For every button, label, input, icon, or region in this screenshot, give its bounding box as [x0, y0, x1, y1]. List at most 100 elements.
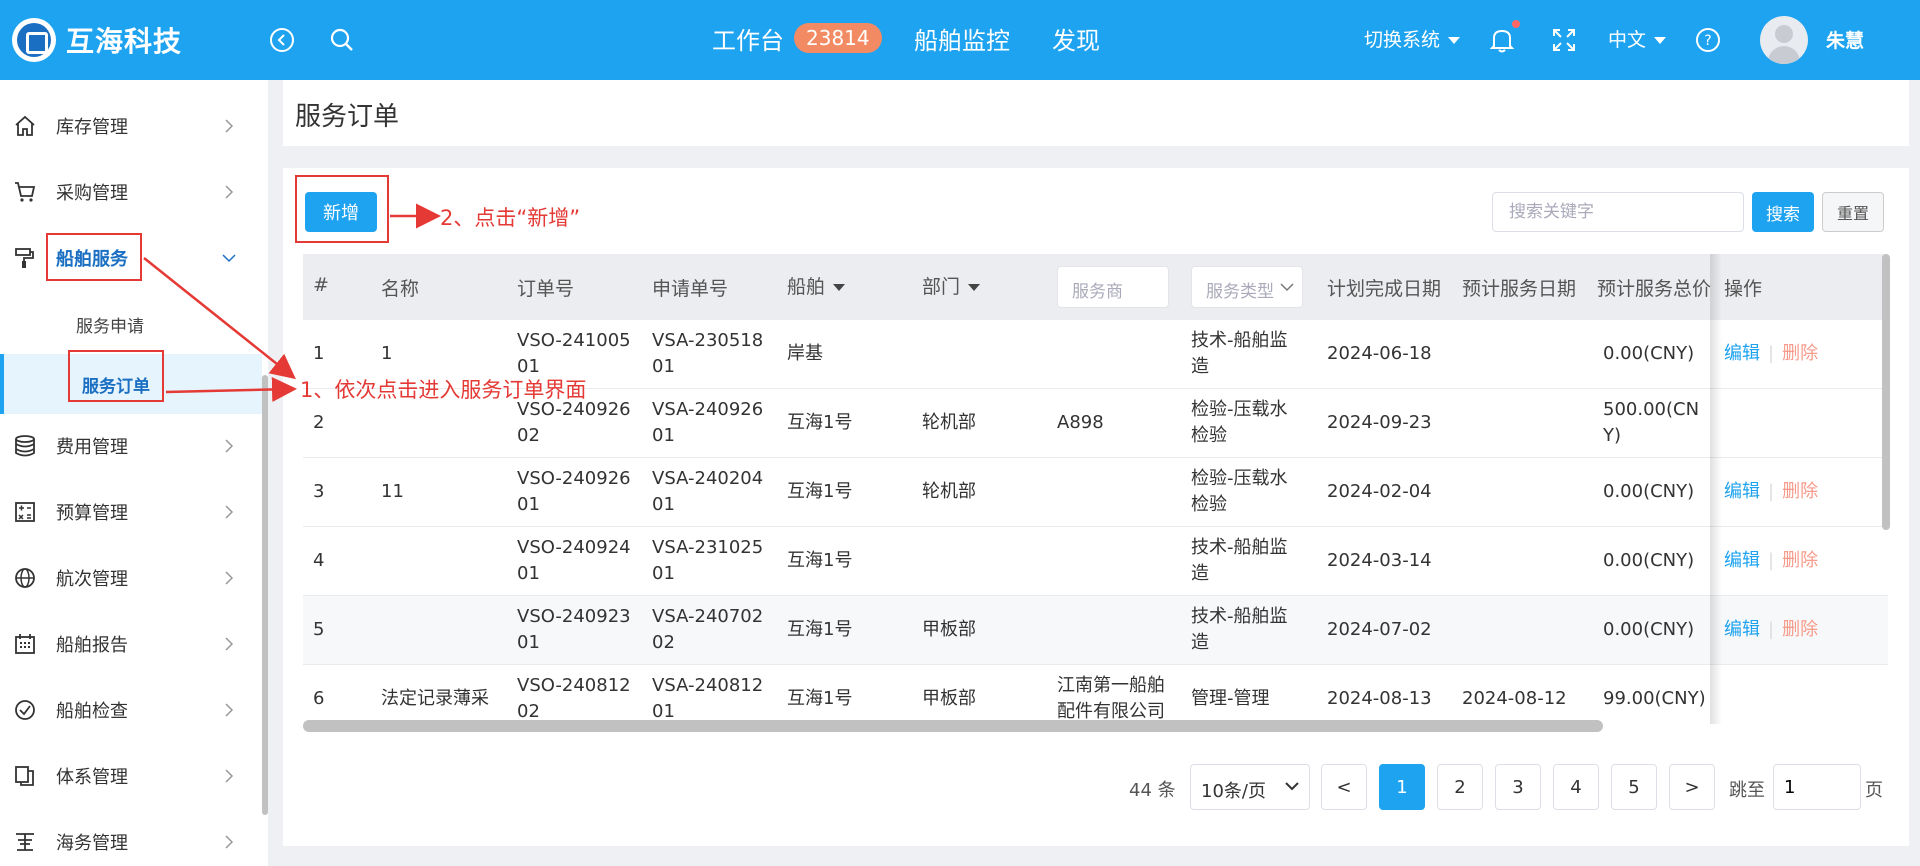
service-type-filter-select[interactable]: 服务类型: [1191, 266, 1303, 308]
cell-line: VSA-240204: [652, 468, 764, 489]
delete-link[interactable]: 删除: [1782, 481, 1818, 502]
sidebar-item-inventory[interactable]: 库存管理: [0, 94, 268, 158]
sidebar-item-budget[interactable]: 预算管理: [0, 480, 268, 544]
cell-line: 500.00(CN: [1603, 399, 1700, 420]
cell-order-no: VSO-240924 01: [517, 535, 631, 587]
cell-line: 02: [517, 425, 540, 446]
sidebar-item-cost[interactable]: 费用管理: [0, 414, 268, 478]
nav-ship-monitoring[interactable]: 船舶监控: [914, 21, 1010, 56]
cell-line: VSO-240924: [517, 537, 631, 558]
chevron-right-icon: [225, 185, 234, 199]
jump-page-input[interactable]: [1773, 764, 1861, 810]
sidebar-subitem-service-request[interactable]: 服务申请: [0, 294, 262, 354]
sidebar-scrollbar[interactable]: [262, 375, 268, 815]
cell-index: 5: [313, 619, 325, 640]
page-size-select[interactable]: 10条/页: [1190, 764, 1310, 810]
sidebar-item-marine[interactable]: 海务管理: [0, 810, 268, 866]
prev-page-button[interactable]: <: [1321, 764, 1367, 810]
delete-link[interactable]: 删除: [1782, 343, 1818, 364]
language-dropdown[interactable]: 中文: [1608, 25, 1667, 52]
sidebar-item-ship-report[interactable]: 船舶报告: [0, 612, 268, 676]
edit-link[interactable]: 编辑: [1724, 619, 1760, 640]
help-icon[interactable]: ?: [1690, 22, 1726, 58]
nav-workbench[interactable]: 工作台: [712, 21, 784, 56]
table-row: 4 VSO-240924 01 VSA-231025 01 互海1号 技术-船舶监造 2024…: [303, 527, 1888, 596]
cell-order-no: VSO-240926 01: [517, 466, 631, 518]
delete-link[interactable]: 删除: [1782, 550, 1818, 571]
caret-down-icon: [1448, 37, 1461, 44]
cell-plan-date: 2024-03-14: [1327, 550, 1432, 571]
reset-button[interactable]: 重置: [1822, 192, 1884, 232]
page-4-button[interactable]: 4: [1553, 764, 1599, 810]
search-button[interactable]: 搜索: [1752, 192, 1814, 232]
home-icon: [12, 113, 38, 139]
cell-line: 01: [517, 563, 540, 584]
username[interactable]: 朱慧: [1826, 26, 1864, 53]
caret-down-icon: [833, 284, 846, 291]
page-3-button[interactable]: 3: [1495, 764, 1541, 810]
notification-dot: [1512, 20, 1520, 28]
cell-line: 技术-船舶监: [1191, 330, 1288, 351]
edit-link[interactable]: 编辑: [1724, 550, 1760, 571]
sidebar-item-label: 库存管理: [56, 117, 128, 138]
switch-system-dropdown[interactable]: 切换系统: [1364, 25, 1461, 52]
cell-name: 法定记录薄采: [381, 688, 489, 709]
top-header: 互海科技 工作台 23814 船舶监控 发现 切换系统 中文 ? 朱慧: [0, 0, 1920, 80]
page-1-button[interactable]: 1: [1379, 764, 1425, 810]
chevron-right-icon: [225, 835, 234, 849]
sidebar: 库存管理 采购管理 船舶服务 服务申请 服务订单 费用管理 预算管理 航次管理 …: [0, 80, 268, 866]
chevron-down-icon: [1280, 283, 1294, 292]
provider-filter-input[interactable]: 服务商: [1057, 266, 1169, 308]
brand-name: 互海科技: [66, 25, 183, 58]
cell-line: 01: [517, 632, 540, 653]
action-separator: |: [1768, 550, 1775, 571]
edit-link[interactable]: 编辑: [1724, 481, 1760, 502]
col-ship-filter[interactable]: 船舶: [787, 272, 846, 299]
sidebar-item-voyage[interactable]: 航次管理: [0, 546, 268, 610]
page-5-button[interactable]: 5: [1611, 764, 1657, 810]
cell-line: 02: [652, 632, 675, 653]
nav-discover[interactable]: 发现: [1052, 21, 1100, 56]
fixed-column-shadow: [1710, 254, 1722, 724]
cell-plan-date: 2024-06-18: [1327, 343, 1432, 364]
page-size-value: 10条/页: [1201, 781, 1266, 802]
highlight-service-order: [68, 350, 164, 402]
cell-order-no: VSO-240812 02: [517, 673, 631, 724]
delete-link[interactable]: 删除: [1782, 619, 1818, 640]
sidebar-item-label: 费用管理: [56, 437, 128, 458]
sidebar-item-system[interactable]: 体系管理: [0, 744, 268, 808]
sidebar-item-purchase[interactable]: 采购管理: [0, 160, 268, 224]
cell-service-type: 检验-压载水 检验: [1191, 466, 1288, 518]
chevron-right-icon: [225, 571, 234, 585]
search-icon[interactable]: [324, 22, 360, 58]
page-suffix: 页: [1865, 780, 1883, 801]
col-request-no: 申请单号: [652, 278, 729, 300]
table-vertical-scrollbar[interactable]: [1882, 254, 1890, 530]
sidebar-item-label: 航次管理: [56, 569, 128, 590]
table-horizontal-scrollbar[interactable]: [303, 720, 1603, 732]
edit-link[interactable]: 编辑: [1724, 343, 1760, 364]
sidebar-item-ship-inspection[interactable]: 船舶检查: [0, 678, 268, 742]
page-2-button[interactable]: 2: [1437, 764, 1483, 810]
cell-department: 轮机部: [922, 412, 976, 433]
cell-index: 2: [313, 412, 325, 433]
next-page-button[interactable]: >: [1669, 764, 1715, 810]
cell-line: 01: [517, 494, 540, 515]
search-input[interactable]: [1492, 192, 1744, 232]
col-expected-date: 预计服务日期: [1462, 278, 1577, 300]
cell-actions: 编辑 | 删除: [1724, 617, 1818, 643]
cell-line: VSA-240812: [652, 675, 764, 696]
cell-service-type: 检验-压载水 检验: [1191, 397, 1288, 449]
sidebar-item-label: 体系管理: [56, 767, 128, 788]
cell-total: 0.00(CNY): [1603, 617, 1694, 643]
cell-ship: 互海1号: [787, 412, 853, 433]
col-department-filter[interactable]: 部门: [922, 272, 981, 299]
svg-text:?: ?: [1704, 33, 1711, 49]
sidebar-item-label: 预算管理: [56, 503, 128, 524]
back-icon[interactable]: [264, 22, 300, 58]
cell-request-no: VSA-240812 01: [652, 673, 763, 724]
col-department: 部门: [922, 276, 961, 298]
language-label: 中文: [1608, 29, 1647, 51]
avatar[interactable]: [1760, 16, 1808, 64]
fullscreen-icon[interactable]: [1546, 22, 1582, 58]
